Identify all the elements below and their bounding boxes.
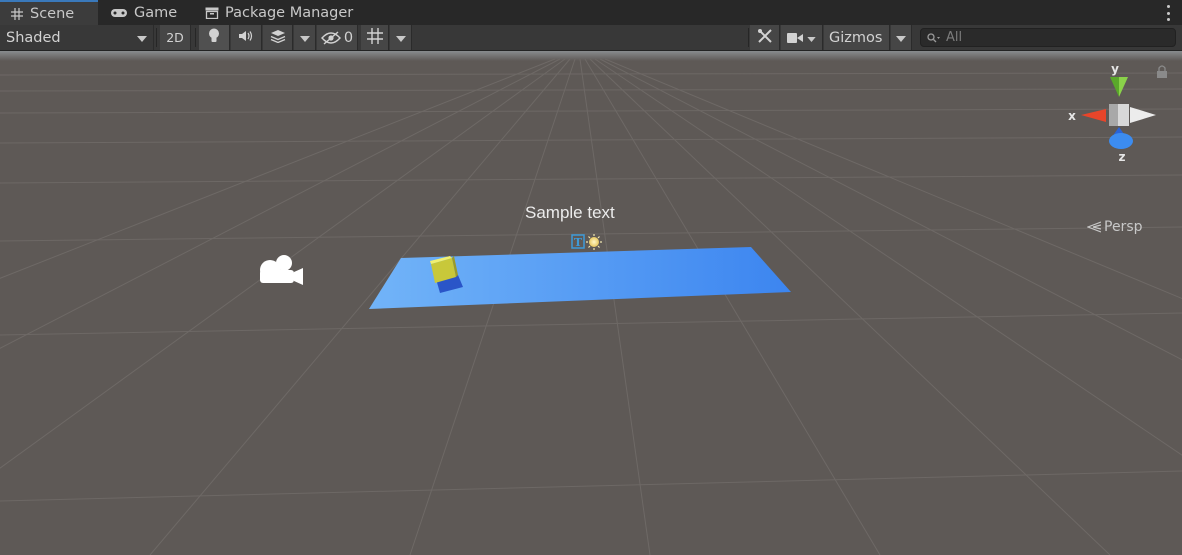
video-camera-icon — [787, 32, 803, 44]
hidden-eye-icon — [320, 30, 341, 45]
more-options-icon[interactable] — [1166, 5, 1170, 21]
chevron-down-icon — [137, 30, 147, 46]
chevron-down-icon — [896, 30, 906, 46]
text-gizmo-icon[interactable]: T — [571, 234, 585, 249]
axis-x-label: x — [1068, 109, 1076, 123]
orientation-gizmo[interactable]: y x z — [1068, 62, 1156, 164]
light-gizmo-icon[interactable] — [586, 234, 602, 250]
tools-button[interactable] — [750, 25, 780, 50]
tab-package-manager[interactable]: Package Manager — [195, 0, 370, 25]
mode-2d-label: 2D — [166, 30, 184, 45]
grid-dropdown[interactable] — [390, 25, 412, 50]
projection-toggle[interactable]: Persp — [1087, 219, 1143, 235]
scene-grid: T y x z — [0, 51, 1182, 555]
lock-icon[interactable] — [1157, 65, 1167, 78]
lighting-toggle[interactable] — [199, 25, 230, 50]
package-icon — [205, 6, 219, 20]
mode-2d-button[interactable]: 2D — [160, 25, 191, 50]
grid-toggle[interactable] — [361, 25, 389, 50]
search-icon — [927, 32, 940, 43]
svg-text:T: T — [574, 236, 583, 249]
camera-gizmo-icon[interactable] — [260, 255, 303, 285]
search-placeholder: All — [946, 30, 963, 45]
gamepad-icon — [110, 6, 128, 20]
speaker-icon — [238, 30, 254, 46]
grid-icon — [366, 27, 383, 48]
chevron-down-icon — [299, 30, 310, 46]
tab-bar: Scene Game Package Manager — [0, 0, 1182, 26]
sample-text-object[interactable]: Sample text — [525, 203, 615, 223]
effects-dropdown[interactable] — [294, 25, 316, 50]
scene-view[interactable]: T y x z Persp Sample text — [0, 51, 1182, 555]
axis-y-label: y — [1111, 62, 1119, 76]
hash-grid-icon — [10, 7, 24, 21]
tab-game[interactable]: Game — [100, 0, 192, 25]
lightbulb-icon — [208, 28, 220, 47]
gizmos-label: Gizmos — [829, 29, 883, 46]
gizmos-dropdown[interactable] — [891, 25, 912, 50]
draw-mode-label: Shaded — [6, 29, 61, 46]
tab-scene[interactable]: Scene — [0, 0, 98, 25]
search-field[interactable]: All — [920, 28, 1176, 47]
hidden-count: 0 — [343, 29, 354, 46]
draw-mode-dropdown[interactable]: Shaded — [0, 25, 154, 50]
axis-z-label: z — [1119, 150, 1126, 164]
tab-scene-label: Scene — [30, 5, 75, 22]
projection-label: Persp — [1104, 219, 1143, 235]
effects-toggle[interactable] — [263, 25, 293, 50]
chevron-down-icon — [395, 30, 406, 46]
gizmos-button[interactable]: Gizmos — [824, 25, 890, 50]
audio-toggle[interactable] — [231, 25, 262, 50]
layers-icon — [270, 29, 286, 47]
scene-visibility-toggle[interactable]: 0 — [317, 25, 358, 50]
wrench-tools-icon — [757, 28, 773, 48]
camera-settings-button[interactable] — [781, 25, 823, 50]
chevron-down-icon — [807, 30, 816, 46]
tab-package-manager-label: Package Manager — [225, 4, 354, 21]
tab-game-label: Game — [134, 4, 178, 21]
perspective-icon — [1087, 221, 1101, 233]
